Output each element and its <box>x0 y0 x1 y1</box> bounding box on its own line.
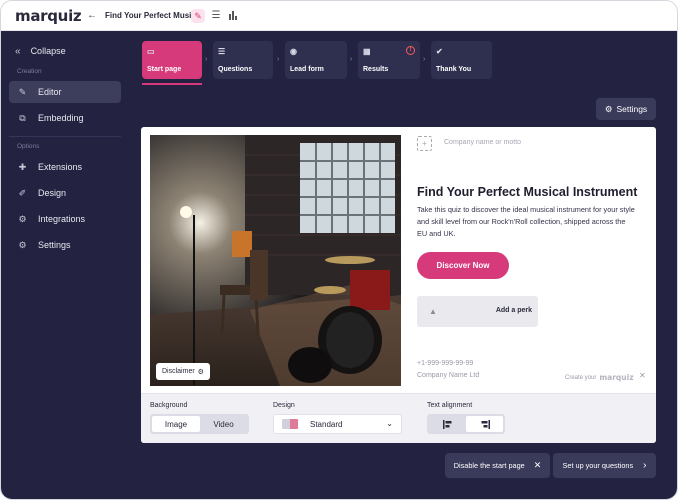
design-preview-icon <box>282 419 298 429</box>
edit-pencil-icon[interactable]: ✎ <box>191 9 205 23</box>
set-up-questions-button[interactable]: Set up your questions › <box>553 453 656 478</box>
top-bar: marquiz ← Find Your Perfect Musi... ✎ ☰ <box>1 1 677 31</box>
sidebar-item-label: Integrations <box>38 214 86 224</box>
chevrons-left-icon: « <box>15 45 21 57</box>
chevron-right-icon: › <box>205 56 208 63</box>
disclaimer-button[interactable]: Disclaimer ⚙ <box>156 363 210 380</box>
chevron-right-icon: › <box>277 56 280 63</box>
brand-label: marquiz <box>599 373 634 382</box>
background-toggle: Image Video <box>150 414 249 434</box>
company-name[interactable]: Company Name Ltd <box>417 372 479 379</box>
settings-button[interactable]: ⚙ Settings <box>596 98 656 120</box>
sidebar-item-design[interactable]: ✐ Design <box>9 182 121 204</box>
image-icon: ▲ <box>429 307 437 316</box>
puzzle-icon: ✚ <box>18 161 27 172</box>
bar-chart-icon[interactable] <box>227 10 239 22</box>
sidebar-item-embedding[interactable]: ⧉ Embedding <box>9 107 121 129</box>
editor-main: ▭ Start page › ☰ Questions › ◉ Lead form… <box>130 31 677 499</box>
sidebar-item-settings[interactable]: ⚙ Settings <box>9 234 121 256</box>
background-option-image[interactable]: Image <box>152 416 200 432</box>
discover-now-button[interactable]: Discover Now <box>417 252 509 279</box>
create-your-label: Create your <box>565 374 597 381</box>
step-results[interactable]: ▦ ! Results <box>358 41 420 79</box>
sidebar-item-label: Extensions <box>38 162 83 172</box>
section-creation: Creation <box>17 68 42 75</box>
design-select[interactable]: Standard ⌄ <box>273 414 402 434</box>
disable-start-page-button[interactable]: Disable the start page ✕ <box>445 453 550 478</box>
step-questions[interactable]: ☰ Questions <box>213 41 273 79</box>
sidebar-divider <box>9 136 121 137</box>
background-option-video[interactable]: Video <box>200 416 247 432</box>
step-label: Results <box>363 66 389 73</box>
app-logo[interactable]: marquiz <box>15 7 82 25</box>
warning-icon: ! <box>406 46 415 55</box>
align-left-icon[interactable] <box>429 416 466 432</box>
background-label: Background <box>150 402 188 409</box>
gear-icon: ⚙ <box>197 368 204 376</box>
sidebar-item-integrations[interactable]: ⚙ Integrations <box>9 208 121 230</box>
disable-start-page-label: Disable the start page <box>453 461 525 470</box>
sidebar-item-extensions[interactable]: ✚ Extensions <box>9 156 121 178</box>
step-lead-form[interactable]: ◉ Lead form <box>285 41 347 79</box>
window-icon: ▭ <box>147 47 155 56</box>
list-icon: ☰ <box>218 47 226 56</box>
start-page-preview: Disclaimer ⚙ + Company name or motto Fin… <box>141 127 656 443</box>
start-page-description[interactable]: Take this quiz to discover the ideal mus… <box>417 204 635 240</box>
design-value: Standard <box>310 419 343 429</box>
add-perk-label: Add a perk <box>495 307 532 314</box>
step-thank-you[interactable]: ✔ Thank You <box>431 41 492 79</box>
collapse-label: Collapse <box>30 46 66 56</box>
close-icon[interactable]: ✕ <box>639 371 646 380</box>
step-label: Questions <box>218 66 253 73</box>
disclaimer-label: Disclaimer <box>162 368 195 375</box>
company-motto-placeholder[interactable]: Company name or motto <box>444 139 521 146</box>
rehearsal-room-photo <box>150 135 401 386</box>
step-label: Thank You <box>436 66 472 73</box>
text-alignment-toggle <box>427 414 505 434</box>
list-icon[interactable]: ☰ <box>210 10 222 22</box>
create-your-marquiz-badge[interactable]: Create your marquiz <box>565 373 634 382</box>
design-label: Design <box>273 402 295 409</box>
integrations-icon: ⚙ <box>18 213 27 224</box>
start-page-title[interactable]: Find Your Perfect Musical Instrument <box>417 185 637 199</box>
set-up-questions-label: Set up your questions <box>562 461 634 470</box>
settings-button-label: Settings <box>616 104 648 114</box>
pencil-icon: ✎ <box>18 86 27 97</box>
text-alignment-label: Text alignment <box>427 402 473 409</box>
collapse-button[interactable]: « Collapse <box>15 44 66 58</box>
step-label: Start page <box>147 66 182 73</box>
chevron-down-icon: ⌄ <box>386 419 393 428</box>
phone-number[interactable]: +1-999-999-99-99 <box>417 360 473 367</box>
start-page-controls: Background Image Video Design Standard ⌄… <box>141 393 656 443</box>
check-badge-icon: ✔ <box>436 47 443 56</box>
add-logo-icon[interactable]: + <box>417 136 432 151</box>
sidebar-item-label: Settings <box>38 240 71 250</box>
gear-icon: ⚙ <box>604 103 613 114</box>
add-perk-button[interactable]: ▲ Add a perk <box>417 296 538 327</box>
step-start-page[interactable]: ▭ Start page <box>142 41 202 79</box>
close-icon: ✕ <box>533 460 542 470</box>
chevron-right-icon: › <box>643 460 647 471</box>
app-window: marquiz ← Find Your Perfect Musi... ✎ ☰ … <box>0 0 678 500</box>
sidebar-item-label: Editor <box>38 87 62 97</box>
embed-icon: ⧉ <box>19 112 26 123</box>
sidebar-item-label: Embedding <box>38 113 84 123</box>
chevron-right-icon: › <box>423 56 426 63</box>
back-arrow-icon[interactable]: ← <box>87 10 97 22</box>
brush-icon: ✐ <box>18 187 27 198</box>
sidebar-item-editor[interactable]: ✎ Editor <box>9 81 121 103</box>
gear-icon: ⚙ <box>18 239 27 250</box>
sidebar-item-label: Design <box>38 188 67 198</box>
active-step-underline <box>142 83 202 85</box>
background-image[interactable]: Disclaimer ⚙ <box>150 135 401 386</box>
section-options: Options <box>17 143 40 150</box>
quiz-title[interactable]: Find Your Perfect Musi... <box>105 11 198 20</box>
step-label: Lead form <box>290 66 324 73</box>
align-right-icon[interactable] <box>466 416 503 432</box>
contact-icon: ◉ <box>290 47 297 56</box>
chevron-right-icon: › <box>350 56 353 63</box>
